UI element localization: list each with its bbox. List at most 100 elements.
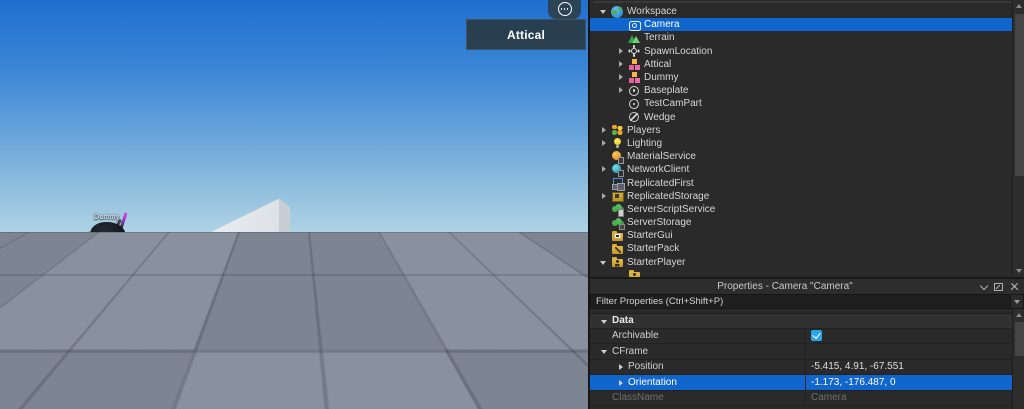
expand-arrow-icon[interactable] bbox=[613, 84, 628, 97]
wedge-icon bbox=[628, 111, 640, 123]
property-row-classname[interactable]: ClassName Camera bbox=[590, 390, 1012, 406]
archivable-checkbox[interactable] bbox=[811, 330, 822, 342]
property-row-cframe[interactable]: CFrame bbox=[590, 344, 1012, 360]
roblox-menu-button[interactable] bbox=[548, 0, 581, 19]
expand-arrow-icon[interactable] bbox=[596, 137, 611, 150]
arrow-spacer bbox=[613, 269, 628, 277]
filter-dropdown-icon[interactable] bbox=[1010, 295, 1023, 308]
property-value[interactable]: -5.415, 4.91, -67.551 bbox=[806, 360, 1012, 375]
explorer-item-label: TestCamPart bbox=[644, 98, 702, 110]
explorer-item-serverstorage[interactable]: ServerStorage bbox=[590, 216, 1012, 230]
arrow-spacer bbox=[613, 18, 628, 31]
part-icon bbox=[628, 98, 640, 110]
property-label: Data bbox=[612, 315, 634, 327]
property-row-archivable[interactable]: Archivable bbox=[590, 328, 1012, 344]
properties-header[interactable]: Properties - Camera "Camera" bbox=[590, 279, 1024, 294]
scroll-down-icon[interactable] bbox=[1015, 269, 1022, 273]
collapse-arrow-icon[interactable] bbox=[598, 314, 612, 328]
explorer-tree: Workspace Camera Terrain SpawnLocation Attic… bbox=[590, 0, 1012, 277]
expand-arrow-icon[interactable] bbox=[613, 58, 628, 71]
explorer-item-replicatedstorage[interactable]: ReplicatedStorage bbox=[590, 190, 1012, 203]
explorer-item-label: Attical bbox=[644, 58, 672, 70]
property-value[interactable]: Camera bbox=[806, 391, 1012, 406]
cloud-icon bbox=[611, 217, 625, 230]
explorer-item-starterplayer[interactable]: StarterPlayer bbox=[590, 256, 1012, 269]
property-row-data[interactable]: Data bbox=[590, 313, 1012, 329]
properties-scrollbar[interactable] bbox=[1012, 309, 1024, 409]
explorer-item-label: Players bbox=[627, 124, 661, 136]
arrow-spacer bbox=[596, 177, 611, 190]
properties-grid: Data Archivable CFrame Position -5.415, 4.91… bbox=[590, 309, 1012, 409]
property-value[interactable] bbox=[806, 329, 1012, 344]
collapse-arrow-icon[interactable] bbox=[596, 256, 611, 269]
expand-arrow-icon[interactable] bbox=[613, 71, 628, 84]
dummy-character[interactable]: Dummy bbox=[70, 210, 150, 327]
explorer-item-lighting[interactable]: Lighting bbox=[590, 137, 1012, 150]
property-row-position[interactable]: Position -5.415, 4.91, -67.551 bbox=[590, 359, 1012, 375]
folder-pack-icon bbox=[611, 243, 623, 255]
camera-icon bbox=[628, 19, 641, 31]
explorer-item-workspace[interactable]: Workspace bbox=[590, 5, 1012, 18]
expand-arrow-icon[interactable] bbox=[596, 190, 611, 203]
explorer-item-attical[interactable]: Attical bbox=[590, 58, 1012, 71]
model-icon bbox=[628, 58, 640, 70]
explorer-item-label: SpawnLocation bbox=[644, 45, 713, 57]
explorer-item-starterpack[interactable]: StarterPack bbox=[590, 242, 1012, 255]
collapse-panel-icon[interactable] bbox=[980, 283, 987, 290]
explorer-item-dummy[interactable]: Dummy bbox=[590, 71, 1012, 84]
explorer-item-materialservice[interactable]: MaterialService bbox=[590, 150, 1012, 164]
expand-arrow-icon[interactable] bbox=[613, 45, 628, 58]
explorer-item-players[interactable]: Players bbox=[590, 124, 1012, 137]
explorer-item-replicatedfirst[interactable]: ReplicatedFirst bbox=[590, 176, 1012, 191]
explorer-item-wedge[interactable]: Wedge bbox=[590, 111, 1012, 124]
arrow-spacer bbox=[596, 242, 611, 255]
property-row-orientation[interactable]: Orientation -1.173, -176.487, 0 bbox=[590, 375, 1012, 391]
float-panel-icon[interactable] bbox=[994, 282, 1003, 291]
property-value[interactable] bbox=[806, 344, 1012, 359]
globe-icon bbox=[611, 5, 623, 18]
repstorage-icon bbox=[611, 190, 624, 203]
property-label: Position bbox=[628, 361, 664, 373]
scroll-up-icon[interactable] bbox=[1015, 4, 1022, 8]
scroll-up-icon[interactable] bbox=[1015, 313, 1022, 317]
explorer-item-serverscriptservice[interactable]: ServerScriptService bbox=[590, 203, 1012, 217]
explorer-scrollbar[interactable] bbox=[1012, 0, 1024, 277]
close-panel-icon[interactable] bbox=[1010, 283, 1018, 291]
explorer-item-label: Baseplate bbox=[644, 85, 689, 97]
arrow-spacer bbox=[596, 203, 611, 216]
scrollbar-thumb[interactable] bbox=[1014, 14, 1024, 176]
explorer-item-networkclient[interactable]: NetworkClient bbox=[590, 163, 1012, 177]
explorer-item-label: Wedge bbox=[644, 111, 676, 123]
repfirst-icon bbox=[611, 177, 623, 191]
explorer-item-camera[interactable]: Camera bbox=[590, 18, 1012, 32]
property-value[interactable]: -1.173, -176.487, 0 bbox=[806, 375, 1012, 390]
folder-player-icon bbox=[628, 269, 640, 277]
explorer-item-label: ServerStorage bbox=[627, 217, 692, 229]
players-icon bbox=[611, 124, 623, 136]
expand-arrow-icon[interactable] bbox=[596, 124, 611, 137]
explorer-item-baseplate[interactable]: Baseplate bbox=[590, 84, 1012, 97]
explorer-item-partial[interactable] bbox=[590, 269, 1012, 277]
arrow-spacer bbox=[613, 31, 628, 44]
expand-arrow-icon[interactable] bbox=[596, 163, 611, 176]
explorer-item-spawnlocation[interactable]: SpawnLocation bbox=[590, 45, 1012, 58]
expand-arrow-icon[interactable] bbox=[614, 360, 628, 375]
wedge-part[interactable] bbox=[168, 198, 290, 256]
arrow-spacer bbox=[596, 229, 611, 242]
explorer-item-label: ReplicatedStorage bbox=[627, 190, 710, 202]
explorer-item-label: Dummy bbox=[644, 72, 679, 84]
expand-arrow-icon[interactable] bbox=[614, 375, 628, 390]
collapse-arrow-icon[interactable] bbox=[596, 5, 611, 18]
collapse-arrow-icon[interactable] bbox=[598, 344, 612, 359]
material-icon bbox=[611, 151, 624, 164]
arrow-spacer bbox=[596, 216, 611, 229]
3d-viewport[interactable]: Dummy Attical bbox=[0, 0, 588, 409]
explorer-item-testcampart[interactable]: TestCamPart bbox=[590, 97, 1012, 110]
explorer-item-startergui[interactable]: StarterGui bbox=[590, 229, 1012, 242]
scrollbar-thumb[interactable] bbox=[1014, 322, 1024, 356]
model-icon bbox=[628, 72, 640, 84]
explorer-item-terrain[interactable]: Terrain bbox=[590, 31, 1012, 44]
arrow-spacer bbox=[613, 97, 628, 110]
filter-properties-input[interactable]: Filter Properties (Ctrl+Shift+P) bbox=[590, 294, 1024, 309]
roblox-studio-window: Dummy Attical Workspace Camera Terrain Spaw… bbox=[0, 0, 1024, 409]
